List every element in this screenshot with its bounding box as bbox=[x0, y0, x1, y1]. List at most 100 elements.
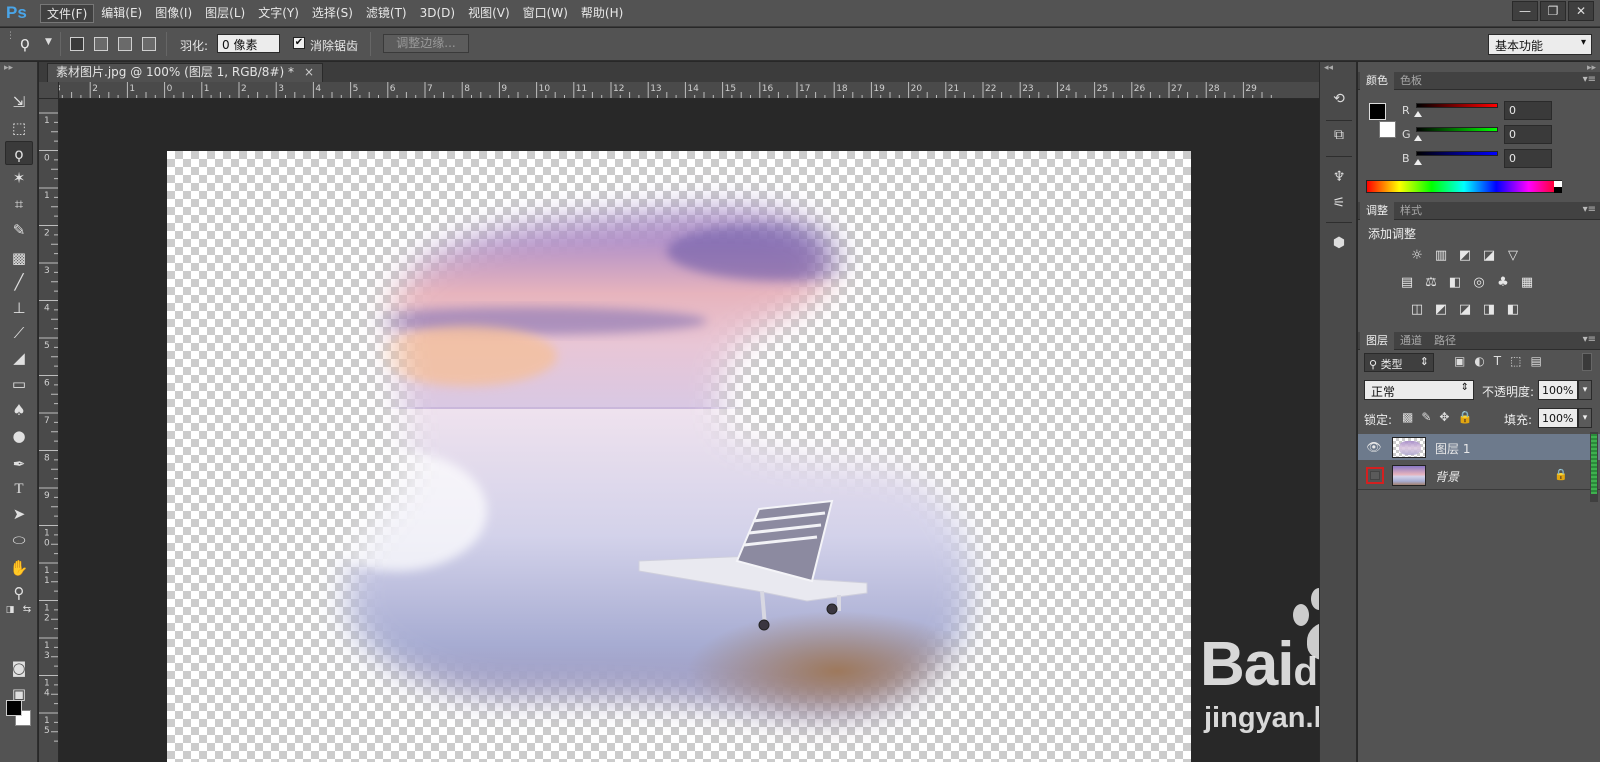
workspace-select[interactable]: 基本功能 ▾ bbox=[1488, 34, 1592, 55]
fill-dropdown-icon[interactable]: ▾ bbox=[1578, 408, 1592, 428]
red-slider[interactable] bbox=[1416, 103, 1498, 108]
adjustment-icon[interactable]: ◩ bbox=[1456, 248, 1474, 264]
scrollbar-thumb[interactable] bbox=[1591, 434, 1597, 494]
3d-panel-icon[interactable]: ⬢ bbox=[1327, 232, 1351, 254]
layer-filter-icons[interactable]: ▣◐T⬚▤ bbox=[1454, 354, 1551, 368]
menu-item[interactable]: 编辑(E) bbox=[95, 4, 148, 23]
ruler-origin[interactable] bbox=[39, 82, 59, 99]
layer-name[interactable]: 图层 1 bbox=[1435, 440, 1470, 457]
menu-item[interactable]: 滤镜(T) bbox=[360, 4, 413, 23]
color-spectrum-bar[interactable] bbox=[1366, 180, 1562, 193]
collapse-tools-icon[interactable]: ▸▸ bbox=[4, 63, 13, 73]
adjustment-icon[interactable]: ⚖ bbox=[1422, 275, 1440, 291]
pen-tool-icon[interactable]: ✒ bbox=[5, 452, 33, 476]
type-tool-icon[interactable]: T bbox=[5, 477, 33, 501]
adjustment-icon[interactable]: ☼ bbox=[1408, 248, 1426, 264]
adjustment-icon[interactable]: ◩ bbox=[1432, 302, 1450, 318]
filter-toggle[interactable] bbox=[1582, 353, 1592, 371]
adjustment-icon[interactable]: ♣ bbox=[1494, 275, 1512, 291]
green-slider[interactable] bbox=[1416, 127, 1498, 132]
properties-panel-icon[interactable]: ⧉ bbox=[1327, 124, 1351, 146]
magic-wand-tool-icon[interactable]: ✶ bbox=[5, 166, 33, 190]
adjustment-icon[interactable]: ◧ bbox=[1504, 302, 1522, 318]
layer-filter-select[interactable]: ⚲ 类型 ⇕ bbox=[1364, 353, 1434, 372]
history-brush-tool-icon[interactable]: ⟋ bbox=[5, 321, 33, 345]
menu-item[interactable]: 选择(S) bbox=[306, 4, 359, 23]
menu-item[interactable]: 3D(D) bbox=[414, 4, 461, 23]
menu-item[interactable]: 图层(L) bbox=[199, 4, 251, 23]
menu-item[interactable]: 文件(F) bbox=[40, 4, 95, 23]
blur-tool-icon[interactable]: ♠ bbox=[5, 398, 33, 422]
blue-input[interactable]: 0 bbox=[1504, 149, 1552, 168]
minimize-button[interactable]: — bbox=[1512, 1, 1538, 21]
dock-grip-icon[interactable]: ◂◂ bbox=[1324, 63, 1333, 73]
path-selection-tool-icon[interactable]: ➤ bbox=[5, 502, 33, 526]
crop-tool-icon[interactable]: ⌗ bbox=[5, 192, 33, 216]
tab-layers[interactable]: 图层 bbox=[1360, 332, 1394, 350]
zoom-tool-icon[interactable]: ⚲ bbox=[5, 581, 33, 605]
new-selection-icon[interactable] bbox=[70, 37, 84, 51]
red-slider-thumb[interactable] bbox=[1414, 111, 1422, 117]
default-colors-icon[interactable]: ◨ bbox=[3, 604, 17, 616]
preset-dropdown-arrow-icon[interactable]: ▼ bbox=[45, 37, 52, 47]
close-window-button[interactable]: ✕ bbox=[1568, 1, 1594, 21]
tab-swatches[interactable]: 色板 bbox=[1394, 72, 1428, 90]
menu-item[interactable]: 窗口(W) bbox=[517, 4, 574, 23]
menu-item[interactable]: 视图(V) bbox=[462, 4, 516, 23]
tab-adjustments[interactable]: 调整 bbox=[1360, 202, 1394, 220]
green-slider-thumb[interactable] bbox=[1414, 135, 1422, 141]
blue-slider-thumb[interactable] bbox=[1414, 159, 1422, 165]
adjustment-icon[interactable]: ▥ bbox=[1432, 248, 1450, 264]
panel-menu-icon[interactable]: ▾≡ bbox=[1583, 204, 1596, 215]
brush-presets-icon[interactable]: ♆ bbox=[1327, 166, 1351, 188]
panel-menu-icon[interactable]: ▾≡ bbox=[1583, 74, 1596, 85]
swap-colors-icon[interactable]: ⇆ bbox=[20, 604, 34, 616]
refine-edge-button[interactable]: 调整边缘... bbox=[383, 34, 469, 53]
adjustment-icon[interactable]: ◪ bbox=[1456, 302, 1474, 318]
gradient-tool-icon[interactable]: ▭ bbox=[5, 372, 33, 396]
layer-row[interactable]: 👁 图层 1 bbox=[1358, 434, 1600, 460]
fill-input[interactable]: 100% bbox=[1538, 408, 1578, 428]
layer-row[interactable]: 背景 🔒 bbox=[1358, 462, 1600, 488]
opacity-input[interactable]: 100% bbox=[1538, 380, 1578, 400]
adjustment-icon[interactable]: ▤ bbox=[1398, 275, 1416, 291]
opacity-dropdown-icon[interactable]: ▾ bbox=[1578, 380, 1592, 400]
adjustment-icon[interactable]: ◨ bbox=[1480, 302, 1498, 318]
color-background-swatch[interactable] bbox=[1379, 121, 1396, 138]
move-tool-icon[interactable]: ⇲ bbox=[5, 90, 33, 114]
hand-tool-icon[interactable]: ✋ bbox=[5, 556, 33, 580]
eye-icon[interactable]: 👁 bbox=[1366, 440, 1382, 454]
green-input[interactable]: 0 bbox=[1504, 125, 1552, 144]
adjustment-icon[interactable]: ◧ bbox=[1446, 275, 1464, 291]
add-to-selection-icon[interactable] bbox=[94, 37, 108, 51]
adjustment-icon[interactable]: ◫ bbox=[1408, 302, 1426, 318]
close-document-icon[interactable]: × bbox=[304, 64, 314, 82]
tab-channels[interactable]: 通道 bbox=[1394, 332, 1428, 350]
horizontal-ruler[interactable]: 3210123456789101112131415161718192021222… bbox=[59, 82, 1319, 99]
blue-slider[interactable] bbox=[1416, 151, 1498, 156]
tab-paths[interactable]: 路径 bbox=[1428, 332, 1462, 350]
eraser-tool-icon[interactable]: ◢ bbox=[5, 346, 33, 370]
quick-mask-icon[interactable]: ◙ bbox=[5, 656, 33, 680]
history-panel-icon[interactable]: ⟲ bbox=[1327, 88, 1351, 110]
brush-tool-icon[interactable]: ╱ bbox=[5, 270, 33, 294]
document-tab[interactable]: 素材图片.jpg @ 100% (图层 1, RGB/8#) * × bbox=[47, 63, 324, 82]
ellipse-tool-icon[interactable]: ⬭ bbox=[5, 528, 33, 552]
adjustment-icon[interactable]: ◪ bbox=[1480, 248, 1498, 264]
brush-settings-icon[interactable]: ⚟ bbox=[1327, 192, 1351, 214]
spectrum-black-chip[interactable] bbox=[1554, 187, 1562, 193]
layers-scrollbar[interactable] bbox=[1590, 432, 1598, 502]
clone-stamp-tool-icon[interactable]: ⊥ bbox=[5, 296, 33, 320]
lasso-preset-icon[interactable]: ϙ bbox=[20, 33, 30, 52]
visibility-toggle-highlight[interactable] bbox=[1366, 467, 1384, 484]
foreground-color-swatch[interactable] bbox=[6, 700, 22, 716]
adjustment-icon[interactable]: ▽ bbox=[1504, 248, 1522, 264]
image-canvas[interactable] bbox=[167, 151, 1191, 762]
subtract-from-selection-icon[interactable] bbox=[118, 37, 132, 51]
dodge-tool-icon[interactable]: ● bbox=[5, 424, 33, 448]
hidden-eye-icon[interactable] bbox=[1370, 471, 1380, 480]
menu-item[interactable]: 图像(I) bbox=[149, 4, 198, 23]
lock-icons[interactable]: ▩✎✥🔒 bbox=[1402, 410, 1480, 424]
tab-color[interactable]: 颜色 bbox=[1360, 72, 1394, 90]
healing-brush-tool-icon[interactable]: ▩ bbox=[5, 246, 33, 270]
